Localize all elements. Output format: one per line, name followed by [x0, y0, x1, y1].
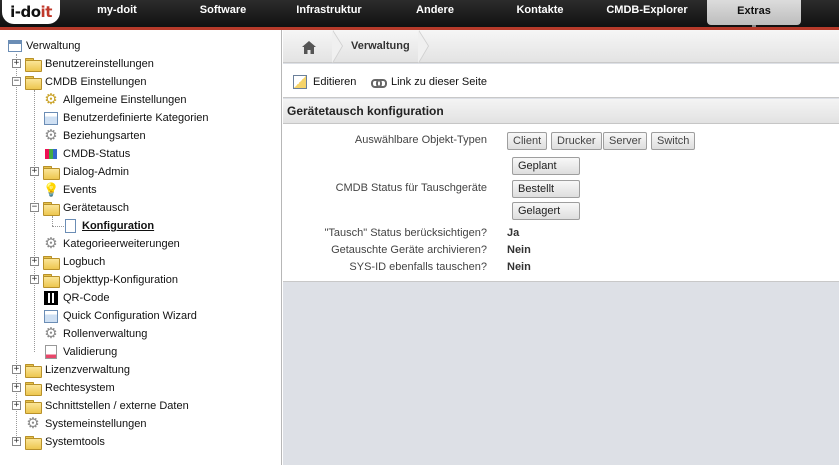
tree-item-cmdb-einstellungen[interactable]: CMDB Einstellungen [25, 73, 147, 91]
sysid-value: Nein [507, 261, 531, 273]
expand-icon[interactable]: + [12, 59, 21, 68]
breadcrumb-verwaltung[interactable]: Verwaltung [351, 40, 410, 52]
folder-open-icon [43, 202, 60, 216]
expand-icon[interactable]: + [12, 365, 21, 374]
tree-item-benutzerdefinierte-kategorien[interactable]: Benutzerdefinierte Kategorien [43, 109, 209, 127]
object-type-switch-button[interactable]: Switch [651, 132, 696, 150]
folder-icon [25, 364, 42, 378]
folder-open-icon [25, 76, 42, 90]
expand-icon[interactable]: + [30, 167, 39, 176]
tree-item-quick-configuration-wizard[interactable]: Quick Configuration Wizard [43, 307, 197, 325]
breadcrumb: Verwaltung [283, 30, 839, 63]
tree-item-qr-code[interactable]: QR-Code [43, 289, 109, 307]
gear-icon: ⚙ [44, 325, 58, 342]
status-geplant-button[interactable]: Geplant [512, 157, 580, 175]
toolbar: Editieren Link zu dieser Seite [283, 64, 839, 98]
folder-icon [25, 382, 42, 396]
tree-item-systemeinstellungen[interactable]: ⚙ Systemeinstellungen [25, 415, 146, 433]
link-to-page-button[interactable]: Link zu dieser Seite [371, 73, 487, 91]
tree-item-allgemeine-einstellungen[interactable]: ⚙ Allgemeine Einstellungen [43, 91, 186, 109]
archive-value: Nein [507, 244, 531, 256]
tree-item-geraetetausch[interactable]: Gerätetausch [43, 199, 129, 217]
calendar-icon [8, 40, 22, 52]
status-gelagert-button[interactable]: Gelagert [512, 202, 580, 220]
gear-icon: ⚙ [44, 127, 58, 144]
tree-item-benutzereinstellungen[interactable]: Benutzereinstellungen [25, 55, 154, 73]
archive-label: Getauschte Geräte archivieren? [331, 244, 487, 256]
tree-item-logbuch[interactable]: Logbuch [43, 253, 105, 271]
menu-infrastruktur[interactable]: Infrastruktur [283, 0, 375, 22]
tree-item-validierung[interactable]: Validierung [43, 343, 117, 361]
gear-icon: ⚙ [44, 91, 58, 108]
status-bestellt-button[interactable]: Bestellt [512, 180, 580, 198]
tree-item-rechtesystem[interactable]: Rechtesystem [25, 379, 115, 397]
qr-code-icon [44, 291, 58, 305]
tree-connector [34, 90, 35, 352]
breadcrumb-separator [418, 30, 433, 63]
tree-item-events[interactable]: 💡 Events [43, 181, 97, 199]
main-content: Verwaltung Editieren Link zu dieser Seit… [283, 30, 839, 465]
folder-icon [25, 436, 42, 450]
object-type-server-button[interactable]: Server [603, 132, 648, 150]
tree-connector [52, 216, 53, 226]
menu-extras[interactable]: Extras [707, 0, 801, 28]
consider-status-label: "Tausch" Status berücksichtigen? [324, 227, 487, 239]
folder-icon [25, 58, 42, 72]
edit-icon [293, 75, 307, 89]
expand-icon[interactable]: + [12, 401, 21, 410]
expand-icon[interactable]: + [12, 437, 21, 446]
menu-kontakte[interactable]: Kontakte [503, 0, 577, 22]
object-type-drucker-button[interactable]: Drucker [551, 132, 602, 150]
folder-icon [43, 274, 60, 288]
validation-icon [45, 345, 57, 359]
sysid-label: SYS-ID ebenfalls tauschen? [349, 261, 487, 273]
menu-cmdb-explorer[interactable]: CMDB-Explorer [596, 0, 698, 22]
tree-item-konfiguration[interactable]: Konfiguration [63, 217, 154, 235]
tree-item-verwaltung[interactable]: Verwaltung [8, 37, 80, 55]
folder-icon [43, 166, 60, 180]
folder-icon [25, 400, 42, 414]
lightbulb-icon: 💡 [43, 182, 60, 197]
tree-item-objekttyp-konfiguration[interactable]: Objekttyp-Konfiguration [43, 271, 178, 289]
edit-button[interactable]: Editieren [293, 73, 356, 91]
custom-category-icon [44, 111, 58, 125]
tree-item-cmdb-status[interactable]: CMDB-Status [43, 145, 130, 163]
object-type-client-button[interactable]: Client [507, 132, 548, 150]
tree-item-dialog-admin[interactable]: Dialog-Admin [43, 163, 129, 181]
i-doit-logo[interactable]: i-doit [2, 0, 60, 24]
expand-icon[interactable]: + [30, 257, 39, 266]
gear-icon: ⚙ [44, 235, 58, 252]
tree-item-beziehungsarten[interactable]: ⚙ Beziehungsarten [43, 127, 145, 145]
gear-icon: ⚙ [26, 415, 40, 432]
document-icon [65, 219, 76, 233]
collapse-icon[interactable]: − [12, 77, 21, 86]
tree-item-lizenzverwaltung[interactable]: Lizenzverwaltung [25, 361, 130, 379]
folder-icon [43, 256, 60, 270]
panel-title: Gerätetausch konfiguration [283, 99, 839, 124]
consider-status-value: Ja [507, 227, 520, 239]
wizard-icon [44, 309, 58, 323]
expand-icon[interactable]: + [30, 275, 39, 284]
link-icon [371, 77, 387, 88]
top-navigation-bar: i-doit my-doit Software Infrastruktur An… [0, 0, 839, 28]
config-panel: Gerätetausch konfiguration Auswählbare O… [283, 99, 839, 282]
cmdb-status-label: CMDB Status für Tauschgeräte [335, 182, 487, 194]
collapse-icon[interactable]: − [30, 203, 39, 212]
status-grid-icon [45, 149, 57, 159]
menu-my-doit[interactable]: my-doit [82, 0, 152, 22]
expand-icon[interactable]: + [12, 383, 21, 392]
menu-andere[interactable]: Andere [400, 0, 470, 22]
navigation-tree: Verwaltung + Benutzereinstellungen − CMD… [0, 30, 282, 465]
object-types-label: Auswählbare Objekt-Typen [354, 134, 487, 146]
breadcrumb-separator [332, 30, 347, 63]
home-icon[interactable] [297, 38, 321, 56]
tree-item-schnittstellen[interactable]: Schnittstellen / externe Daten [25, 397, 189, 415]
tree-item-rollenverwaltung[interactable]: ⚙ Rollenverwaltung [43, 325, 147, 343]
tree-item-kategorieerweiterungen[interactable]: ⚙ Kategorieerweiterungen [43, 235, 180, 253]
tree-item-systemtools[interactable]: Systemtools [25, 433, 105, 451]
menu-software[interactable]: Software [184, 0, 262, 22]
